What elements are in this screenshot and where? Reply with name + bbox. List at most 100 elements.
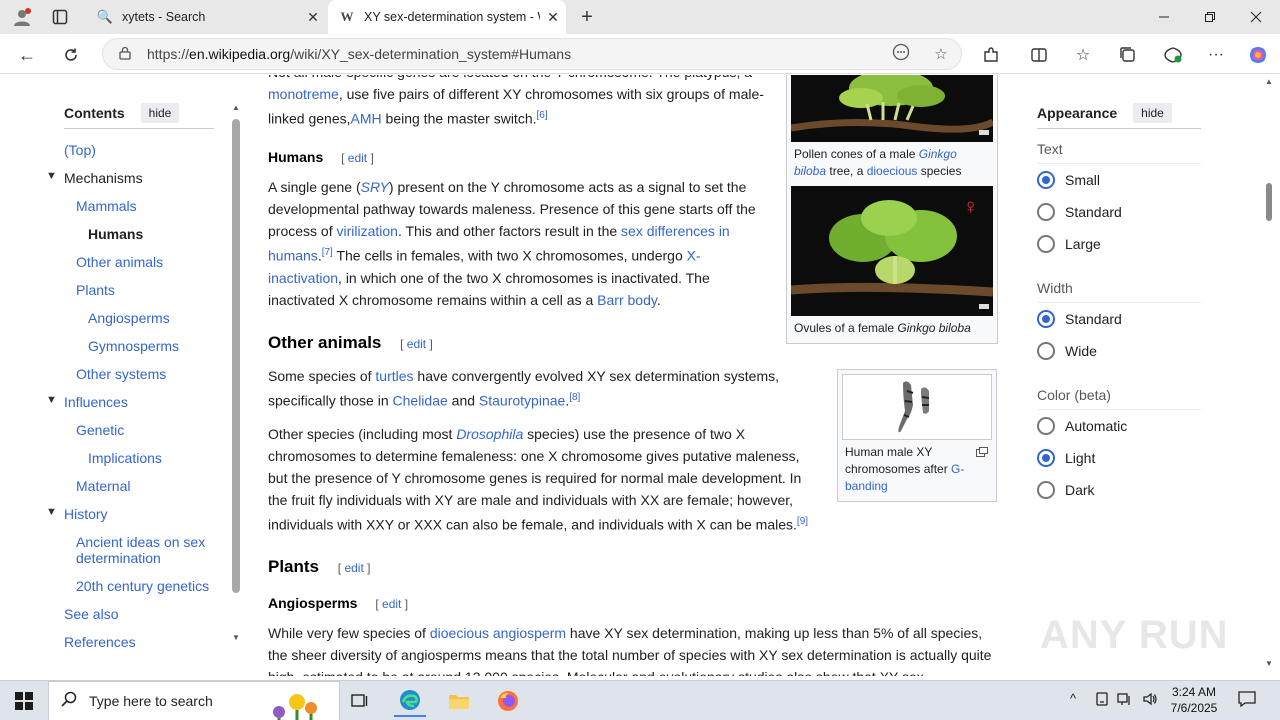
system-clock[interactable]: 3:24 AM 7/6/2025 (1166, 684, 1222, 716)
radio[interactable] (1037, 203, 1055, 221)
ovules-image[interactable]: ♀ (791, 186, 993, 316)
refresh-icon[interactable] (58, 42, 84, 68)
extensions-icon[interactable] (977, 42, 1005, 68)
text-small-option[interactable]: Small (1037, 164, 1201, 196)
url-field[interactable]: https://en.wikipedia.org/wiki/XY_sex-det… (102, 38, 962, 70)
tab-search[interactable]: 🔍 xytets - Search ✕ (86, 0, 326, 34)
angiosperm-link[interactable]: angiosperm (493, 625, 566, 641)
width-standard-option[interactable]: Standard (1037, 303, 1201, 335)
drosophila-link[interactable]: Drosophila (456, 426, 523, 442)
toc-item-other-animals[interactable]: Other animals (76, 254, 163, 270)
scroll-up-icon[interactable]: ▲ (1262, 77, 1276, 86)
toc-item-history[interactable]: History (64, 506, 108, 522)
task-view-icon[interactable] (344, 685, 376, 717)
browser-essentials-icon[interactable] (1159, 42, 1187, 68)
color-light-option[interactable]: Light (1037, 442, 1201, 474)
toc-item-plants[interactable]: Plants (76, 282, 115, 298)
amh-link[interactable]: AMH (351, 111, 382, 127)
edit-link[interactable]: edit (382, 597, 401, 611)
toc-item-top[interactable]: (Top) (64, 142, 96, 158)
profile-icon[interactable] (10, 5, 34, 29)
site-info-icon[interactable] (103, 46, 147, 63)
radio-selected[interactable] (1037, 310, 1055, 328)
chevron-down-icon[interactable]: ▼ (46, 506, 57, 518)
xy-chromosomes-image[interactable] (842, 374, 992, 440)
edit-link[interactable]: edit (344, 561, 363, 575)
toc-item-angiosperms[interactable]: Angiosperms (88, 310, 170, 326)
chevron-down-icon[interactable]: ▼ (46, 170, 57, 182)
close-window-icon[interactable] (1233, 0, 1279, 34)
page-scrollbar[interactable]: ▲ ▼ (1262, 75, 1276, 676)
toc-item-implications[interactable]: Implications (88, 450, 162, 466)
toc-item-genetic[interactable]: Genetic (76, 422, 124, 438)
page-scroll-thumb[interactable] (1266, 183, 1272, 221)
toc-item-mammals[interactable]: Mammals (76, 198, 137, 214)
toc-item-mechanisms[interactable]: Mechanisms (64, 170, 143, 186)
radio[interactable] (1037, 235, 1055, 253)
notifications-icon[interactable] (1238, 691, 1256, 710)
pollen-cones-image[interactable] (791, 75, 993, 142)
width-wide-option[interactable]: Wide (1037, 335, 1201, 367)
color-dark-option[interactable]: Dark (1037, 474, 1201, 506)
new-tab-icon[interactable]: + (575, 5, 599, 29)
scroll-down-icon[interactable]: ▼ (1262, 659, 1276, 668)
toc-scroll-thumb[interactable] (232, 119, 240, 593)
chevron-down-icon[interactable]: ▼ (46, 394, 57, 406)
back-icon[interactable]: ← (14, 42, 40, 68)
tab-actions-icon[interactable] (48, 5, 72, 29)
dioecious-link[interactable]: dioecious (867, 164, 918, 178)
copilot-icon[interactable] (1244, 42, 1272, 68)
more-menu-icon[interactable]: ··· (1202, 42, 1230, 68)
barr-body-link[interactable]: Barr body (597, 292, 657, 308)
toc-item-gymnosperms[interactable]: Gymnosperms (88, 338, 179, 354)
scroll-up-icon[interactable]: ▲ (230, 103, 242, 112)
appearance-hide-button[interactable]: hide (1133, 102, 1172, 123)
toc-item-20th-century[interactable]: 20th century genetics (76, 578, 209, 594)
radio-selected[interactable] (1037, 449, 1055, 467)
toc-item-humans[interactable]: Humans (88, 226, 143, 242)
close-tab-icon[interactable]: ✕ (300, 9, 326, 26)
toc-item-influences[interactable]: Influences (64, 394, 128, 410)
enlarge-icon[interactable] (976, 444, 988, 462)
collections-icon[interactable] (1114, 42, 1142, 68)
volume-icon[interactable] (1142, 691, 1158, 710)
edit-link[interactable]: edit (407, 337, 426, 351)
text-standard-option[interactable]: Standard (1037, 196, 1201, 228)
color-automatic-option[interactable]: Automatic (1037, 410, 1201, 442)
network-icon[interactable] (1117, 691, 1133, 710)
toc-hide-button[interactable]: hide (140, 102, 180, 123)
sry-link[interactable]: SRY (361, 179, 389, 195)
ref-7[interactable]: [7] (322, 247, 333, 258)
favorite-star-icon[interactable]: ☆ (921, 45, 961, 63)
scroll-down-icon[interactable]: ▼ (230, 633, 242, 642)
toc-scrollbar[interactable]: ▲ ▼ (230, 103, 242, 643)
taskbar-search[interactable]: Type here to search (48, 681, 340, 720)
restore-icon[interactable] (1187, 0, 1233, 34)
chelidae-link[interactable]: Chelidae (393, 393, 448, 409)
radio[interactable] (1037, 417, 1055, 435)
minimize-icon[interactable] (1141, 0, 1187, 34)
close-tab-icon[interactable]: ✕ (540, 9, 566, 26)
favorites-icon[interactable]: ☆ (1069, 42, 1097, 68)
toc-item-ancient-ideas[interactable]: Ancient ideas on sex determination (76, 534, 216, 566)
windows-start-icon[interactable] (8, 685, 40, 717)
read-aloud-icon[interactable] (881, 43, 921, 65)
file-explorer-icon[interactable] (443, 685, 475, 717)
radio[interactable] (1037, 342, 1055, 360)
show-hidden-icons-icon[interactable]: ^ (1070, 691, 1076, 706)
edit-link[interactable]: edit (348, 151, 367, 165)
toc-item-see-also[interactable]: See also (64, 606, 118, 622)
firefox-icon[interactable] (492, 685, 524, 717)
monotreme-link[interactable]: monotreme (268, 86, 339, 102)
edge-taskbar-icon[interactable] (394, 685, 426, 717)
radio-selected[interactable] (1037, 171, 1055, 189)
text-large-option[interactable]: Large (1037, 228, 1201, 260)
ref-9[interactable]: [9] (797, 516, 808, 527)
toc-item-maternal[interactable]: Maternal (76, 478, 130, 494)
turtles-link[interactable]: turtles (375, 368, 413, 384)
dioecious-link[interactable]: dioecious (430, 625, 489, 641)
ref-8[interactable]: [8] (569, 392, 580, 403)
device-icon[interactable] (1094, 691, 1110, 710)
tab-wikipedia[interactable]: W XY sex-determination system - W ✕ (328, 0, 566, 34)
virilization-link[interactable]: virilization (336, 223, 397, 239)
